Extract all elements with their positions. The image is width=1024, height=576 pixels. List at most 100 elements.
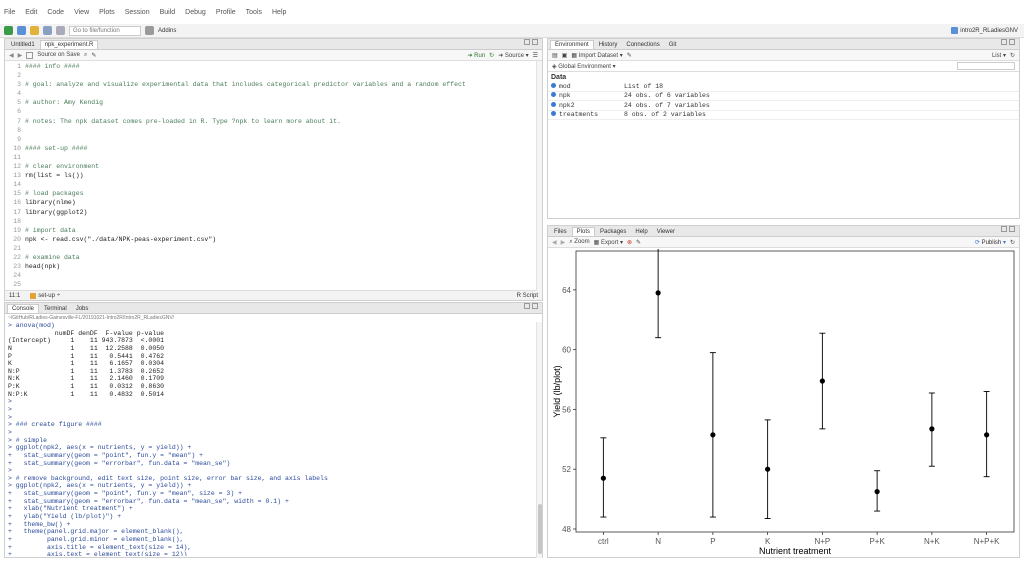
file-type[interactable]: R Script: [517, 293, 538, 299]
code-line[interactable]: 18: [5, 217, 542, 226]
tab-git[interactable]: Git: [664, 41, 681, 49]
code-area[interactable]: 1 #### info #### 2 3 # goal: analyze and vis…: [5, 61, 542, 289]
code-line[interactable]: 16 library(nlme): [5, 198, 542, 207]
console-scrollbar[interactable]: [536, 322, 542, 558]
refresh-plot-icon[interactable]: ↻: [1010, 239, 1015, 246]
open-workspace-icon[interactable]: ▤: [552, 52, 558, 59]
open-project-icon[interactable]: [17, 26, 26, 35]
maximize-icon[interactable]: [1009, 39, 1015, 45]
list-view-button[interactable]: List ▾: [992, 52, 1006, 59]
next-plot-icon[interactable]: ▶: [561, 239, 566, 246]
search-icon[interactable]: ⌕: [84, 52, 87, 59]
working-directory[interactable]: ~/GitHub/RLadies-Gainesville-FL/20191021…: [5, 314, 542, 322]
menu-debug[interactable]: Debug: [185, 9, 206, 16]
global-environment-dropdown[interactable]: ◈ Global Environment ▾: [552, 63, 616, 70]
export-button[interactable]: ▦ Export ▾: [594, 239, 623, 246]
code-line[interactable]: 21: [5, 244, 542, 253]
console-scroll-thumb[interactable]: [538, 504, 542, 554]
tab-plots[interactable]: Plots: [571, 227, 596, 236]
open-file-icon[interactable]: [30, 26, 39, 35]
code-line[interactable]: 4: [5, 89, 542, 98]
tab-terminal[interactable]: Terminal: [40, 305, 71, 313]
magic-wand-icon[interactable]: ✎: [91, 52, 96, 59]
remove-plot-icon[interactable]: ⊗: [627, 239, 632, 246]
previous-plot-icon[interactable]: ◀: [552, 239, 557, 246]
code-line[interactable]: 24: [5, 271, 542, 280]
expand-icon[interactable]: [551, 101, 556, 107]
code-line[interactable]: 7 # notes: The npk dataset comes pre-load…: [5, 117, 542, 126]
maximize-icon[interactable]: [1009, 226, 1015, 232]
code-line[interactable]: 12 # clear environment: [5, 162, 542, 171]
code-line[interactable]: 2: [5, 71, 542, 80]
clear-plots-icon[interactable]: ✎: [636, 239, 641, 246]
minimize-icon[interactable]: [1001, 226, 1007, 232]
minimize-icon[interactable]: [1001, 39, 1007, 45]
code-line[interactable]: 17 library(ggplot2): [5, 208, 542, 217]
code-line[interactable]: 6: [5, 107, 542, 116]
menu-session[interactable]: Session: [125, 9, 150, 16]
tab-npk-experiment[interactable]: npk_experiment.R: [39, 40, 99, 49]
code-line[interactable]: 19 # import data: [5, 226, 542, 235]
zoom-button[interactable]: ⌕ Zoom: [569, 239, 589, 246]
environment-search-input[interactable]: [957, 62, 1015, 70]
environment-row[interactable]: treatments 8 obs. of 2 variables: [548, 111, 1019, 120]
tab-files[interactable]: Files: [550, 228, 571, 236]
maximize-icon[interactable]: [532, 39, 538, 45]
menu-file[interactable]: File: [4, 9, 15, 16]
source-button[interactable]: ➜ Source ▾: [498, 52, 528, 59]
minimize-icon[interactable]: [524, 303, 530, 309]
console-output[interactable]: > anova(mod) numDF denDF F-value p-value…: [5, 322, 542, 556]
menu-plots[interactable]: Plots: [99, 9, 115, 16]
code-line[interactable]: 10 #### set-up ####: [5, 144, 542, 153]
save-icon[interactable]: [43, 26, 52, 35]
code-line[interactable]: 25: [5, 280, 542, 289]
expand-icon[interactable]: [551, 92, 556, 98]
environment-row[interactable]: npk2 24 obs. of 7 variables: [548, 101, 1019, 111]
tab-environment[interactable]: Environment: [550, 40, 594, 49]
refresh-icon[interactable]: ↻: [1010, 52, 1015, 59]
code-line[interactable]: 15 # load packages: [5, 189, 542, 198]
expand-icon[interactable]: [551, 82, 556, 88]
code-line[interactable]: 13 rm(list = ls()): [5, 171, 542, 180]
menu-profile[interactable]: Profile: [216, 9, 236, 16]
new-file-icon[interactable]: [4, 26, 13, 35]
clear-workspace-icon[interactable]: ✎: [627, 52, 632, 59]
menu-view[interactable]: View: [74, 9, 89, 16]
code-line[interactable]: 23 head(npk): [5, 262, 542, 271]
code-line[interactable]: 20 npk <- read.csv("./data/NPK-peas-exper…: [5, 235, 542, 244]
tab-packages[interactable]: Packages: [596, 228, 631, 236]
addins-menu[interactable]: Addins: [158, 28, 176, 34]
tab-help[interactable]: Help: [631, 228, 652, 236]
menu-build[interactable]: Build: [160, 9, 176, 16]
code-line[interactable]: 9: [5, 135, 542, 144]
workspace-panes-icon[interactable]: [145, 26, 154, 35]
expand-icon[interactable]: [551, 111, 556, 117]
run-button[interactable]: ➜ Run: [467, 52, 485, 59]
code-line[interactable]: 14: [5, 180, 542, 189]
environment-row[interactable]: npk 24 obs. of 6 variables: [548, 92, 1019, 101]
maximize-icon[interactable]: [532, 303, 538, 309]
menu-tools[interactable]: Tools: [246, 9, 262, 16]
editor-scrollbar[interactable]: [536, 61, 542, 291]
code-line[interactable]: 22 # examine data: [5, 253, 542, 262]
back-arrow-icon[interactable]: ◀: [9, 52, 14, 59]
environment-row[interactable]: mod List of 18: [548, 82, 1019, 92]
forward-arrow-icon[interactable]: ▶: [18, 52, 23, 59]
code-line[interactable]: 5 # author: Amy Kendig: [5, 98, 542, 107]
code-line[interactable]: 11: [5, 153, 542, 162]
tab-connections[interactable]: Connections: [622, 41, 664, 49]
save-workspace-icon[interactable]: ▣: [562, 52, 568, 59]
outline-icon[interactable]: ☰: [533, 52, 538, 59]
tab-untitled1[interactable]: Untitled1: [7, 41, 39, 49]
code-line[interactable]: 8: [5, 126, 542, 135]
tab-viewer[interactable]: Viewer: [652, 228, 679, 236]
menu-edit[interactable]: Edit: [25, 9, 37, 16]
tab-history[interactable]: History: [594, 41, 622, 49]
tab-console[interactable]: Console: [7, 304, 40, 313]
code-line[interactable]: 1 #### info ####: [5, 62, 542, 71]
menu-code[interactable]: Code: [47, 9, 64, 16]
publish-button[interactable]: ⟳ Publish ▾: [975, 239, 1006, 246]
project-menu[interactable]: intro2R_RLadiesGNV: [951, 27, 1018, 34]
code-line[interactable]: 3 # goal: analyze and visualize experimen…: [5, 80, 542, 89]
menu-help[interactable]: Help: [272, 9, 286, 16]
